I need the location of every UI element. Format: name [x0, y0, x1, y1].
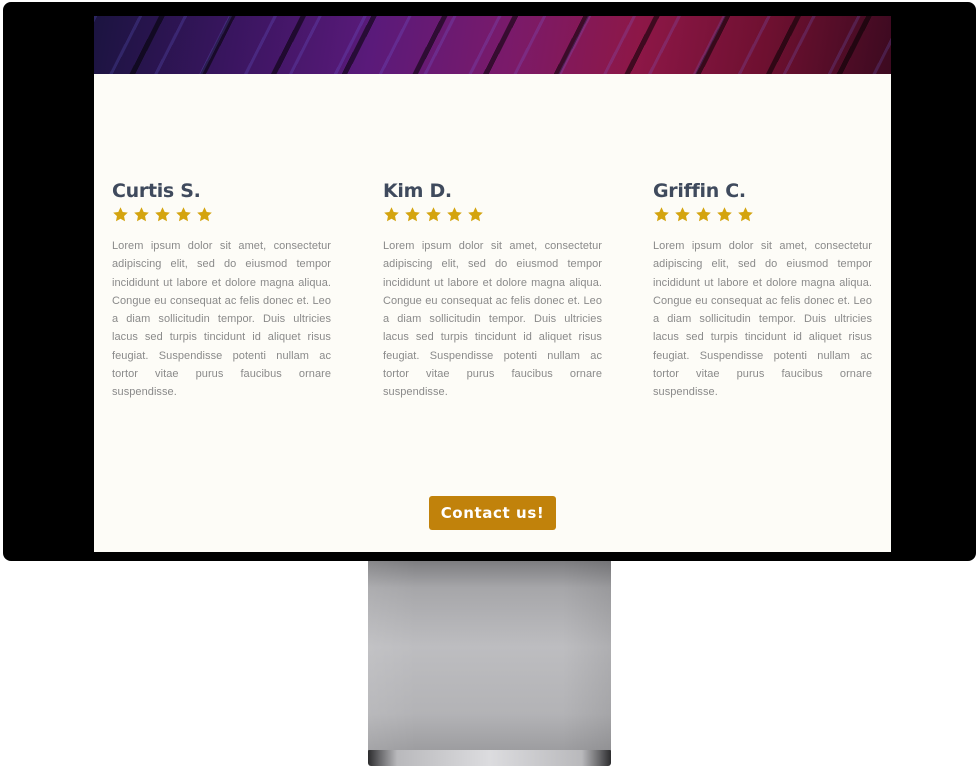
reviewer-name: Curtis S. — [112, 180, 201, 202]
star-icon — [717, 207, 732, 222]
testimonial-card: Kim D. Lorem ipsum dolor sit amet, conse… — [383, 180, 602, 402]
contact-us-button[interactable]: Contact us! — [429, 496, 556, 530]
reviewer-name: Griffin C. — [653, 180, 746, 202]
testimonial-text: Lorem ipsum dolor sit amet, consectetur … — [112, 240, 331, 399]
monitor-mockup: Curtis S. Lorem ipsum dolor sit amet, co… — [0, 0, 978, 768]
monitor-bezel: Curtis S. Lorem ipsum dolor sit amet, co… — [3, 2, 976, 561]
star-icon — [654, 207, 669, 222]
star-icon — [468, 207, 483, 222]
star-icon — [696, 207, 711, 222]
star-icon — [134, 207, 149, 222]
star-icon — [675, 207, 690, 222]
testimonial-text: Lorem ipsum dolor sit amet, consectetur … — [653, 240, 872, 399]
star-icon — [176, 207, 191, 222]
star-icon — [738, 207, 753, 222]
star-icon — [155, 207, 170, 222]
star-icon — [113, 207, 128, 222]
star-icon — [447, 207, 462, 222]
website-screen: Curtis S. Lorem ipsum dolor sit amet, co… — [94, 16, 891, 552]
star-rating — [653, 206, 872, 224]
star-icon — [197, 207, 212, 222]
star-icon — [426, 207, 441, 222]
star-rating — [112, 206, 331, 224]
testimonial-card: Curtis S. Lorem ipsum dolor sit amet, co… — [112, 180, 331, 402]
star-icon — [384, 207, 399, 222]
star-icon — [405, 207, 420, 222]
testimonial-card: Griffin C. Lorem ipsum dolor sit amet, c… — [653, 180, 872, 402]
monitor-stand — [368, 561, 611, 752]
monitor-stand-base — [368, 750, 611, 766]
reviewer-name: Kim D. — [383, 180, 452, 202]
testimonial-text: Lorem ipsum dolor sit amet, consectetur … — [383, 240, 602, 399]
hero-banner-image — [94, 16, 891, 74]
star-rating — [383, 206, 602, 224]
